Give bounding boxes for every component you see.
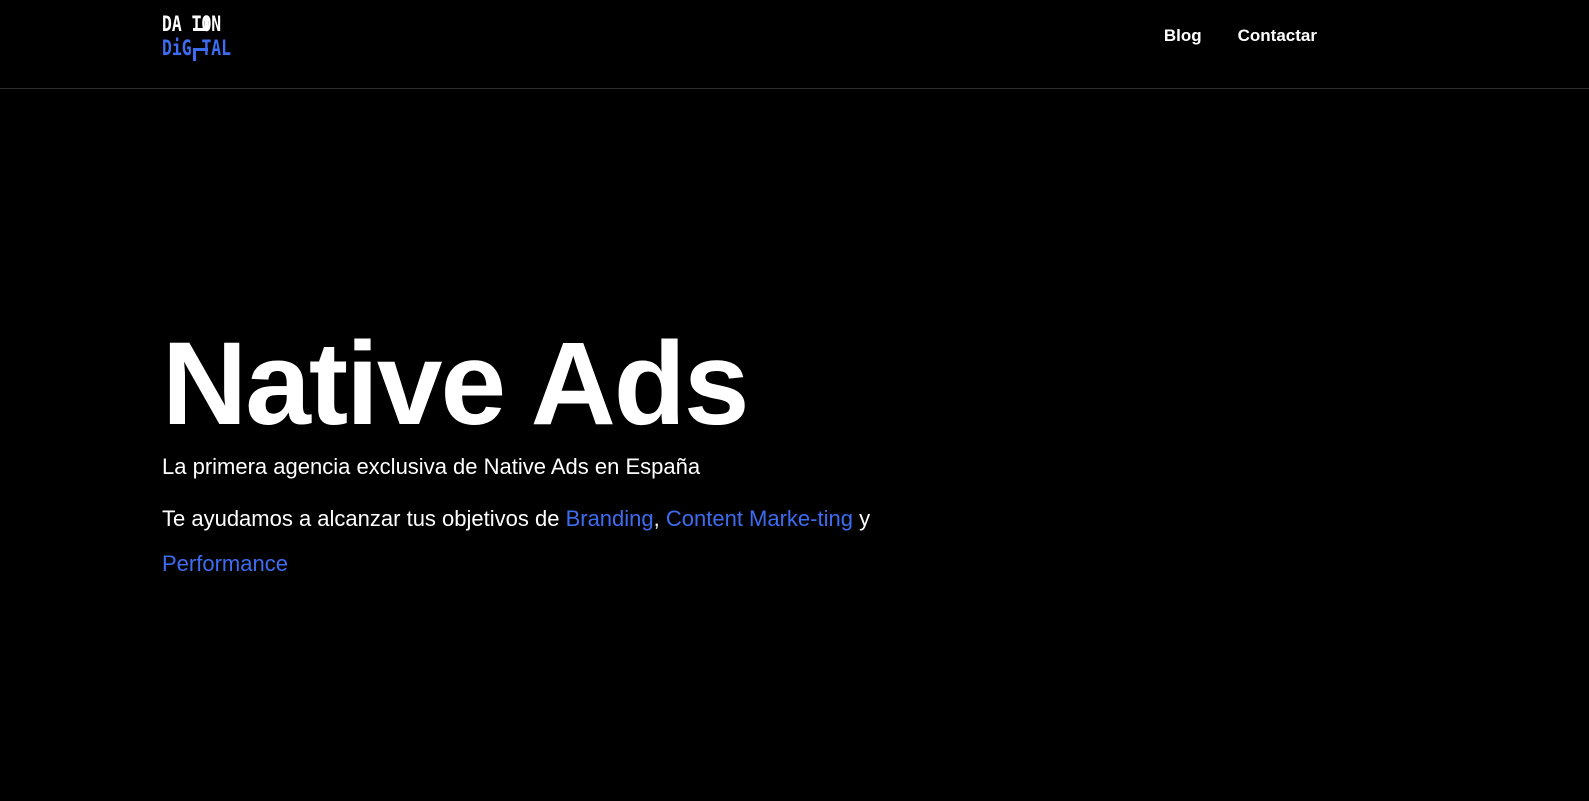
hero-description-sep1: , (653, 506, 666, 531)
dalton-digital-logo[interactable]: DA TON DiG TAL (162, 12, 244, 62)
nav-link-contactar[interactable]: Contactar (1238, 24, 1317, 48)
hero-section: Native Ads La primera agencia exclusiva … (162, 318, 882, 586)
nav-link-blog[interactable]: Blog (1164, 24, 1202, 48)
content-marketing-link[interactable]: Content Marke-ting (666, 506, 853, 531)
site-header: DA TON DiG TAL Blog Contactar (0, 0, 1589, 89)
logo-line-top: DA TON (162, 12, 222, 36)
branding-link[interactable]: Branding (566, 506, 654, 531)
hero-title: Native Ads (162, 318, 750, 450)
hero-description-prefix: Te ayudamos a alcanzar tus objetivos de (162, 506, 566, 531)
hero-description: Te ayudamos a alcanzar tus objetivos de … (162, 496, 882, 586)
hero-description-sep2: y (852, 506, 871, 531)
performance-link[interactable]: Performance (162, 551, 288, 576)
logo-mark-top-stem (205, 17, 208, 31)
main-nav: Blog Contactar (1164, 24, 1317, 48)
hero-subtitle: La primera agencia exclusiva de Native A… (162, 454, 701, 479)
logo-mark-bottom-stem (193, 48, 196, 61)
